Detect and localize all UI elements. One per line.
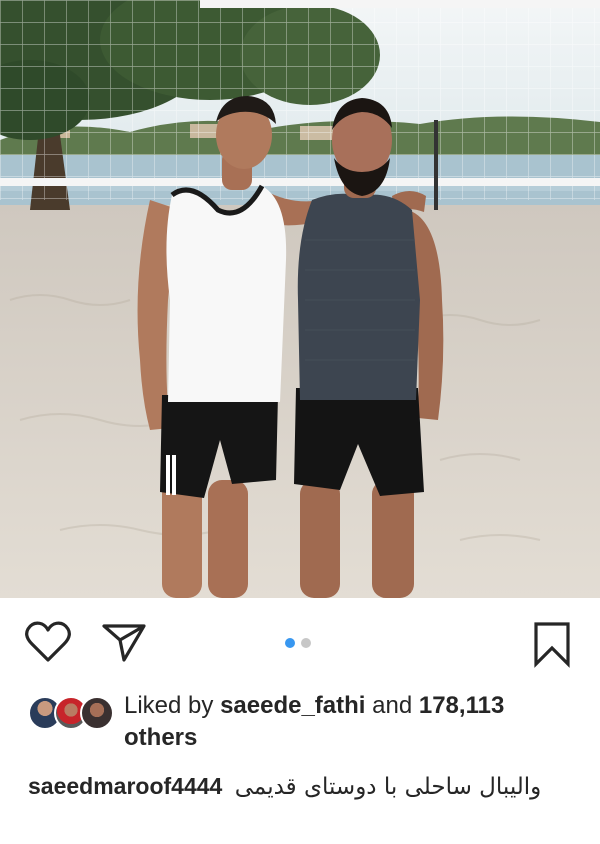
bookmark-icon[interactable] (528, 620, 576, 668)
likes-prefix: Liked by (124, 692, 214, 719)
carousel-indicator (285, 638, 311, 648)
paper-plane-icon[interactable] (100, 620, 148, 664)
carousel-dot[interactable] (301, 638, 311, 648)
avatar (80, 696, 114, 730)
liker-username-link[interactable]: saeede_fathi (220, 692, 365, 719)
likes-middle: and (372, 692, 413, 719)
post-caption: saeedmaroof4444 والیبال ساحلی با دوستای … (28, 770, 576, 804)
likes-text: Liked by saeede_fathi and 178,113 others (124, 690, 564, 754)
heart-icon[interactable] (24, 620, 72, 664)
post-action-bar (0, 598, 600, 690)
caption-username-link[interactable]: saeedmaroof4444 (28, 773, 222, 799)
likes-count: 178,113 (418, 692, 505, 719)
carousel-dot-active[interactable] (285, 638, 295, 648)
likes-suffix: others (124, 724, 198, 751)
beach-volleyball-image (0, 0, 600, 598)
post-photo[interactable] (0, 0, 600, 598)
caption-text: والیبال ساحلی با دوستای قدیمی (234, 774, 542, 800)
liker-avatars[interactable] (28, 696, 114, 730)
